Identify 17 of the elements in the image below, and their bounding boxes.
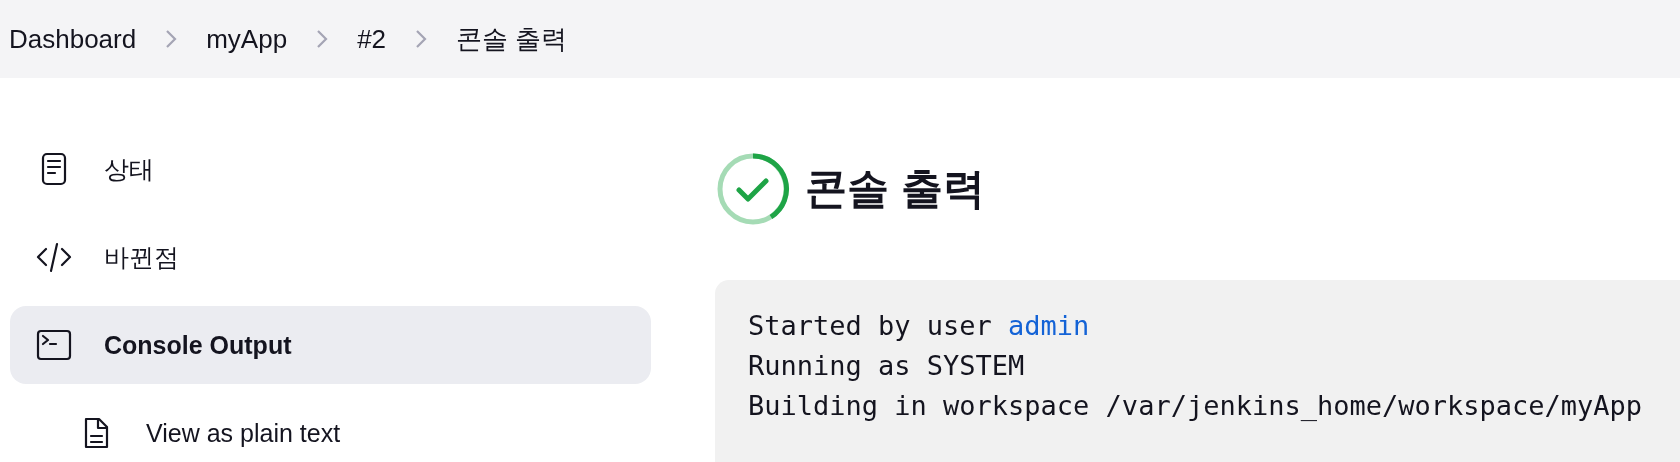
- user-link[interactable]: admin: [1008, 310, 1090, 341]
- breadcrumb-link[interactable]: #2: [357, 23, 387, 55]
- page-title: 콘솔 출력: [805, 164, 985, 214]
- terminal-icon: [36, 327, 72, 363]
- console-line: Building in workspace /var/jenkins_home/workspace/myApp: [748, 389, 1644, 423]
- console-line: Started by user admin: [748, 309, 1091, 343]
- sidebar-item[interactable]: Console Output: [10, 306, 651, 384]
- sidebar-item[interactable]: View as plain text: [10, 394, 651, 462]
- breadcrumb-link[interactable]: 콘솔 출력: [456, 21, 568, 57]
- sidebar-item[interactable]: 상태: [10, 130, 651, 208]
- chevron-icon: [315, 29, 330, 49]
- sidebar-item[interactable]: 바뀐점: [10, 218, 651, 296]
- chevron-icon: [164, 29, 179, 49]
- chevron-icon: [414, 29, 429, 49]
- breadcrumb-link[interactable]: Dashboard: [9, 23, 137, 55]
- breadcrumb-link[interactable]: myApp: [206, 23, 288, 55]
- console-line: Running as SYSTEM: [748, 349, 1026, 383]
